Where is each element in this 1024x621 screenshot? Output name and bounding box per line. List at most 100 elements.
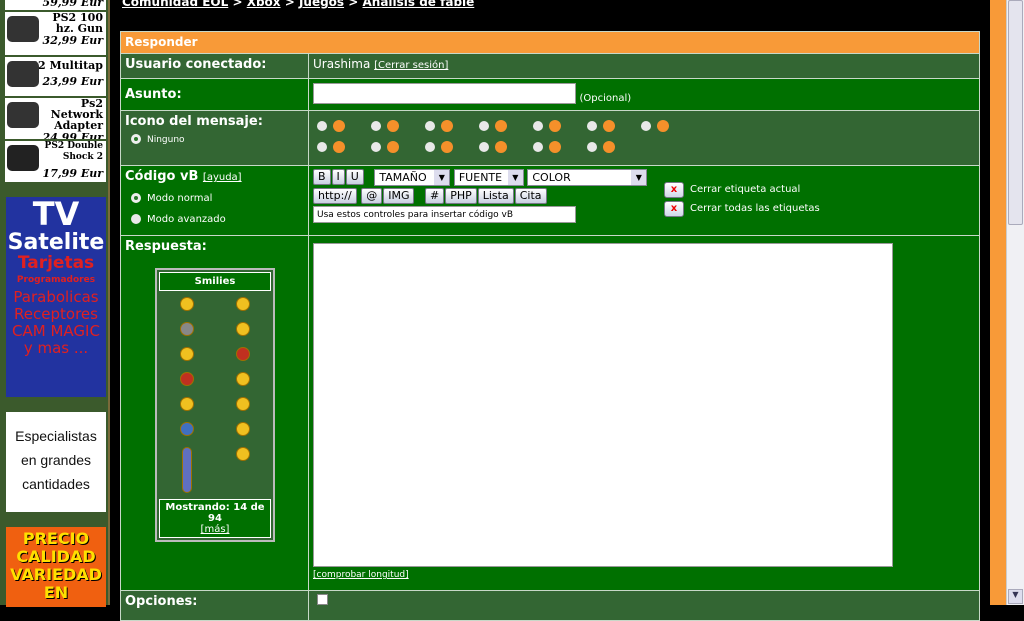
- radio-icon[interactable]: [317, 142, 327, 152]
- reply-textarea[interactable]: [313, 243, 893, 567]
- close-all-tags[interactable]: x Cerrar todas las etiquetas: [664, 201, 820, 217]
- post-icon-option[interactable]: [533, 119, 573, 132]
- code-button[interactable]: #: [424, 188, 445, 204]
- subject-input[interactable]: [313, 83, 576, 104]
- smilie-icon[interactable]: [236, 397, 250, 411]
- close-icon[interactable]: x: [664, 201, 684, 217]
- list-button[interactable]: Lista: [477, 188, 514, 204]
- post-icon-option[interactable]: [425, 119, 465, 132]
- reply-label: Respuesta:: [125, 239, 207, 254]
- smilie-icon[interactable]: [236, 422, 250, 436]
- scrollbar[interactable]: ▼: [1006, 0, 1024, 605]
- close-icon[interactable]: x: [664, 182, 684, 198]
- radio-icon[interactable]: [587, 142, 597, 152]
- smilies-count: Mostrando: 14 de 94: [165, 502, 265, 524]
- product-ad[interactable]: PS2 Double Shock 2 17,99 Eur: [5, 141, 106, 183]
- post-icon: [441, 120, 453, 132]
- post-icon-option[interactable]: [479, 119, 519, 132]
- radio-icon[interactable]: [371, 121, 381, 131]
- logout-link[interactable]: [Cerrar sesión]: [374, 60, 448, 71]
- post-icon-option[interactable]: [479, 140, 519, 153]
- smilie-icon[interactable]: [236, 347, 250, 361]
- breadcrumb-link[interactable]: Juegos: [299, 0, 344, 9]
- bold-button[interactable]: B: [313, 169, 331, 185]
- icon-label: Icono del mensaje:: [125, 114, 263, 129]
- color-select[interactable]: COLOR ▼: [527, 169, 648, 186]
- image-button[interactable]: IMG: [383, 188, 415, 204]
- option-checkbox[interactable]: [317, 594, 328, 605]
- chevron-down-icon: ▼: [507, 170, 523, 185]
- post-icon: [333, 141, 345, 153]
- italic-button[interactable]: I: [331, 169, 345, 185]
- radio-icon[interactable]: [641, 121, 651, 131]
- post-icons-row: [317, 119, 971, 132]
- radio-icon[interactable]: [479, 142, 489, 152]
- post-icon-option[interactable]: [371, 119, 411, 132]
- vb-help-text: Usa estos controles para insertar código…: [313, 206, 576, 223]
- post-icon: [657, 120, 669, 132]
- radio-icon[interactable]: [371, 142, 381, 152]
- precio-ad[interactable]: PRECIO CALIDAD VARIEDAD EN: [6, 527, 106, 607]
- vb-label: Código vB: [125, 169, 199, 184]
- email-button[interactable]: @: [361, 188, 383, 204]
- radio-icon[interactable]: [479, 121, 489, 131]
- radio-icon[interactable]: [425, 142, 435, 152]
- url-button[interactable]: http://: [313, 188, 357, 204]
- post-icon-option[interactable]: [587, 140, 627, 153]
- breadcrumb-link[interactable]: Analisis de fable: [362, 0, 474, 9]
- scroll-down-arrow[interactable]: ▼: [1008, 589, 1023, 604]
- smilie-icon[interactable]: [182, 447, 192, 493]
- post-icon-option[interactable]: [317, 140, 357, 153]
- breadcrumb-link[interactable]: Xbox: [247, 0, 281, 9]
- radio-icon[interactable]: [317, 121, 327, 131]
- vb-help-link[interactable]: [ayuda]: [203, 172, 242, 183]
- post-icon-option[interactable]: [371, 140, 411, 153]
- radio-icon[interactable]: [425, 121, 435, 131]
- mode-advanced-option[interactable]: Modo avanzado: [131, 211, 304, 226]
- smilies-panel: Smilies Mostrando: 14 de 94 [más]: [155, 268, 275, 542]
- radio-icon[interactable]: [131, 133, 141, 144]
- mode-normal-option[interactable]: Modo normal: [131, 190, 304, 205]
- product-ad[interactable]: PS2 100 hz. Gun 32,99 Eur: [5, 12, 106, 56]
- post-icon-option[interactable]: [425, 140, 465, 153]
- breadcrumb-link[interactable]: Comunidad EOL: [122, 0, 228, 9]
- smilie-icon[interactable]: [180, 322, 194, 336]
- post-icon-option[interactable]: [587, 119, 627, 132]
- radio-icon[interactable]: [587, 121, 597, 131]
- post-icon: [441, 141, 453, 153]
- scrollbar-thumb[interactable]: [1008, 0, 1023, 225]
- size-select[interactable]: TAMAÑO ▼: [374, 169, 451, 186]
- post-icons-row: [317, 140, 971, 153]
- smilie-icon[interactable]: [180, 372, 194, 386]
- especialistas-ad[interactable]: Especialistas en grandes cantidades: [6, 412, 106, 512]
- product-ad[interactable]: PS2 Multitap 23,99 Eur: [5, 57, 106, 97]
- smilie-icon[interactable]: [236, 322, 250, 336]
- product-ad[interactable]: Ps2 Network Adapter 24,99 Eur: [5, 98, 106, 140]
- options-label: Opciones:: [120, 590, 309, 621]
- smilie-icon[interactable]: [180, 397, 194, 411]
- post-icon-option[interactable]: [533, 140, 573, 153]
- radio-icon[interactable]: [533, 142, 543, 152]
- quote-button[interactable]: Cita: [514, 188, 547, 204]
- smilie-icon[interactable]: [180, 422, 194, 436]
- radio-icon[interactable]: [131, 192, 141, 203]
- close-current-tag[interactable]: x Cerrar etiqueta actual: [664, 182, 820, 198]
- radio-icon[interactable]: [131, 213, 141, 224]
- product-ad[interactable]: 59,99 Eur: [5, 0, 106, 11]
- tv-satelite-ad[interactable]: TV Satelite Tarjetas Programadores Parab…: [6, 197, 106, 397]
- icon-none-option[interactable]: Ninguno: [131, 131, 304, 146]
- smilie-icon[interactable]: [236, 372, 250, 386]
- underline-button[interactable]: U: [345, 169, 364, 185]
- check-length-link[interactable]: [comprobar longitud]: [313, 570, 409, 580]
- more-smilies-link[interactable]: [más]: [201, 524, 230, 535]
- post-icon-option[interactable]: [641, 119, 681, 132]
- smilie-icon[interactable]: [180, 297, 194, 311]
- smilie-icon[interactable]: [236, 447, 250, 461]
- php-button[interactable]: PHP: [445, 188, 477, 204]
- post-icon-option[interactable]: [317, 119, 357, 132]
- smilie-icon[interactable]: [180, 347, 194, 361]
- form-title: Responder: [120, 31, 980, 54]
- font-select[interactable]: FUENTE ▼: [453, 169, 524, 186]
- smilie-icon[interactable]: [236, 297, 250, 311]
- radio-icon[interactable]: [533, 121, 543, 131]
